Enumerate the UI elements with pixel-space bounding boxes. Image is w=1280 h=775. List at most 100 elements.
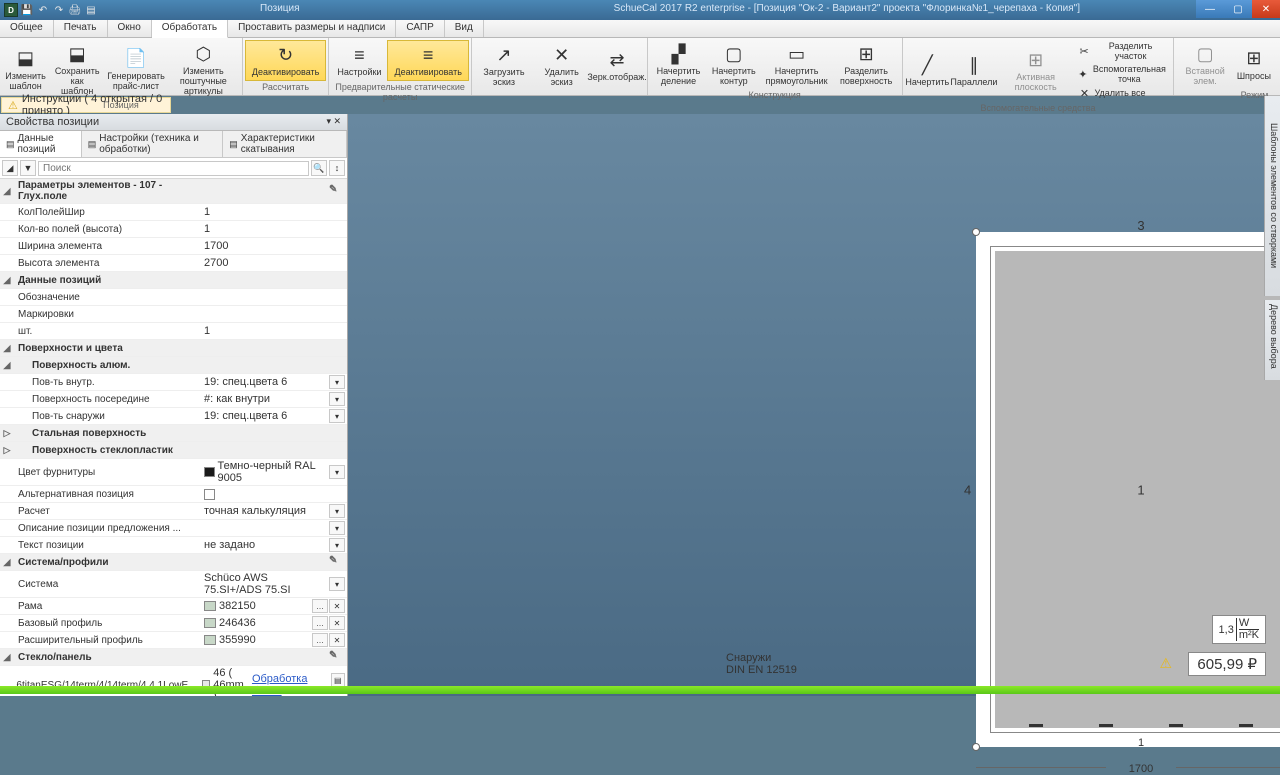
- side-tab-tree[interactable]: Дерево выбора: [1264, 300, 1280, 380]
- prop-group[interactable]: ◢Поверхность алюм.: [0, 357, 347, 374]
- ribbon-btn[interactable]: ∥Параллели: [950, 40, 998, 102]
- prop-row[interactable]: Маркировки: [0, 306, 347, 323]
- tab-Проставить размеры и надписи[interactable]: Проставить размеры и надписи: [228, 20, 396, 37]
- search-icon[interactable]: 🔍: [311, 160, 327, 176]
- prop-row[interactable]: Пов-ть снаружи19: спец.цвета 6▾: [0, 408, 347, 425]
- side-tab-templates[interactable]: Шаблоны элементов со створками: [1264, 96, 1280, 296]
- prop-value[interactable]: 2700: [200, 256, 345, 270]
- prop-group[interactable]: ◢Параметры элементов - 107 - Глух.поле✎: [0, 179, 347, 204]
- prop-value[interactable]: [200, 527, 328, 529]
- prop-row[interactable]: Ширина элемента1700: [0, 238, 347, 255]
- expand-icon[interactable]: ◢: [0, 360, 14, 371]
- prop-row[interactable]: Базовый профиль246436…✕: [0, 615, 347, 632]
- ribbon-btn[interactable]: ≡Настройки: [331, 40, 387, 81]
- prop-value[interactable]: не задано: [200, 538, 328, 552]
- prop-value[interactable]: [200, 296, 345, 298]
- ribbon-btn[interactable]: ≡Деактивировать: [387, 40, 468, 81]
- prop-row[interactable]: Расчетточная калькуляция▾: [0, 503, 347, 520]
- prop-value[interactable]: 1: [200, 324, 345, 338]
- prop-row[interactable]: Цвет фурнитурыТемно-черный RAL 9005▾: [0, 459, 347, 486]
- qat-print-icon[interactable]: 🖨: [68, 3, 82, 17]
- maximize-button[interactable]: ▢: [1224, 0, 1252, 18]
- prop-row[interactable]: Поверхность посередине#: как внутри▾: [0, 391, 347, 408]
- prop-row[interactable]: Рама382150…✕: [0, 598, 347, 615]
- search-input[interactable]: [38, 161, 309, 176]
- edit-icon[interactable]: ✎: [329, 184, 343, 198]
- prop-row[interactable]: Высота элемента2700: [0, 255, 347, 272]
- prop-value[interactable]: точная калькуляция: [200, 504, 328, 518]
- prop-group[interactable]: ◢Система/профили✎: [0, 554, 347, 571]
- expand-icon[interactable]: ◢: [0, 652, 14, 663]
- edit-icon[interactable]: ✎: [329, 650, 343, 664]
- dropdown-icon[interactable]: ▾: [329, 538, 345, 552]
- ribbon-btn[interactable]: 📄Генерировать прайс-лист: [105, 40, 166, 99]
- prop-row[interactable]: Описание позиции предложения ...▾: [0, 520, 347, 537]
- prop-row[interactable]: Альтернативная позиция: [0, 486, 347, 503]
- ribbon-btn[interactable]: ⬓Сохранить как шаблон: [49, 40, 105, 99]
- ribbon-btn[interactable]: ⬓Изменить шаблон: [2, 40, 49, 99]
- dropdown-icon[interactable]: ▾: [329, 392, 345, 406]
- prop-value[interactable]: #: как внутри: [200, 392, 328, 406]
- expand-icon[interactable]: ◢: [0, 557, 14, 568]
- ribbon-btn[interactable]: ⊞Шпросы: [1234, 40, 1274, 89]
- prop-value[interactable]: Schüco AWS 75.SI+/ADS 75.SI: [200, 571, 328, 597]
- qat-save-icon[interactable]: 💾: [20, 3, 34, 17]
- ribbon-btn[interactable]: ✕Удалить все: [1073, 86, 1171, 102]
- dropdown-icon[interactable]: ▾: [329, 409, 345, 423]
- tab-Окно[interactable]: Окно: [108, 20, 152, 37]
- ribbon-btn[interactable]: ⬡Изменить поштучные артикулы: [167, 40, 240, 99]
- ribbon-btn[interactable]: ▞Начертить деление: [650, 40, 707, 89]
- ribbon-btn[interactable]: ↗Загрузить эскиз: [474, 40, 534, 91]
- ribbon-btn[interactable]: ✦Вспомогательная точка: [1073, 63, 1171, 86]
- prop-value[interactable]: [200, 313, 345, 315]
- prop-group[interactable]: ▷Стальная поверхность: [0, 425, 347, 442]
- dropdown-icon[interactable]: ▾: [329, 521, 345, 535]
- prop-group[interactable]: ▷Поверхность стеклопластик: [0, 442, 347, 459]
- sort-icon[interactable]: ↕: [329, 160, 345, 176]
- prop-value[interactable]: 1: [200, 222, 345, 236]
- prop-value[interactable]: 19: спец.цвета 6: [200, 409, 328, 423]
- corner-handle[interactable]: [972, 228, 980, 236]
- instructions-bar[interactable]: ⚠ Инструкции ( 4 открытая / 0 принято ): [1, 97, 171, 113]
- tab-Печать[interactable]: Печать: [54, 20, 108, 37]
- prop-row[interactable]: Расширительный профиль355990…✕: [0, 632, 347, 649]
- tab-Обработать[interactable]: Обработать: [152, 20, 228, 38]
- dropdown-icon[interactable]: ▾: [329, 465, 345, 479]
- ribbon-btn[interactable]: ✕Удалить эскиз: [534, 40, 589, 91]
- dropdown-icon[interactable]: ▾: [329, 504, 345, 518]
- prop-group[interactable]: ◢Поверхности и цвета: [0, 340, 347, 357]
- ribbon-btn[interactable]: ✂Разделить участок: [1073, 40, 1171, 63]
- ribbon-btn[interactable]: ╱Начертить: [905, 40, 950, 102]
- prop-row[interactable]: шт.1: [0, 323, 347, 340]
- prop-group[interactable]: ◢Стекло/панель✎: [0, 649, 347, 666]
- prop-row[interactable]: Текст позициине задано▾: [0, 537, 347, 554]
- tab-Общее[interactable]: Общее: [0, 20, 54, 37]
- prop-row[interactable]: Кол-во полей (высота)1: [0, 221, 347, 238]
- collapse-icon[interactable]: ◢: [2, 160, 18, 176]
- expand-icon[interactable]: ▷: [0, 445, 14, 456]
- expand-icon[interactable]: ◢: [0, 275, 14, 286]
- qat-undo-icon[interactable]: ↶: [36, 3, 50, 17]
- close-button[interactable]: ✕: [1252, 0, 1280, 18]
- panel-tab[interactable]: ▤ Настройки (техника и обработки): [82, 131, 224, 157]
- prop-value[interactable]: 382150: [200, 599, 311, 613]
- prop-row[interactable]: Пов-ть внутр.19: спец.цвета 6▾: [0, 374, 347, 391]
- edit-icon[interactable]: ✎: [329, 555, 343, 569]
- ribbon-btn[interactable]: ▢Начертить контур: [707, 40, 760, 89]
- prop-row[interactable]: КолПолейШир1: [0, 204, 347, 221]
- prop-row[interactable]: СистемаSchüco AWS 75.SI+/ADS 75.SI▾: [0, 571, 347, 598]
- prop-group[interactable]: ◢Данные позиций: [0, 272, 347, 289]
- ribbon-btn[interactable]: ▭Начертить прямоугольник: [760, 40, 832, 89]
- prop-value[interactable]: 19: спец.цвета 6: [200, 375, 328, 389]
- filter-icon[interactable]: ▼: [20, 160, 36, 176]
- qat-redo-icon[interactable]: ↷: [52, 3, 66, 17]
- panel-tab[interactable]: ▤ Характеристики скатывания: [223, 131, 347, 157]
- qat-doc-icon[interactable]: ▤: [84, 3, 98, 17]
- ribbon-btn[interactable]: ⊿Статика: [1274, 40, 1280, 56]
- expand-icon[interactable]: ◢: [0, 186, 14, 197]
- expand-icon[interactable]: ◢: [0, 343, 14, 354]
- expand-icon[interactable]: ▷: [0, 428, 14, 439]
- ribbon-btn[interactable]: ⊞Разделить поверхность: [833, 40, 900, 89]
- ribbon-btn[interactable]: ⊞Активная плоскость: [998, 40, 1074, 102]
- prop-value[interactable]: 246436: [200, 616, 311, 630]
